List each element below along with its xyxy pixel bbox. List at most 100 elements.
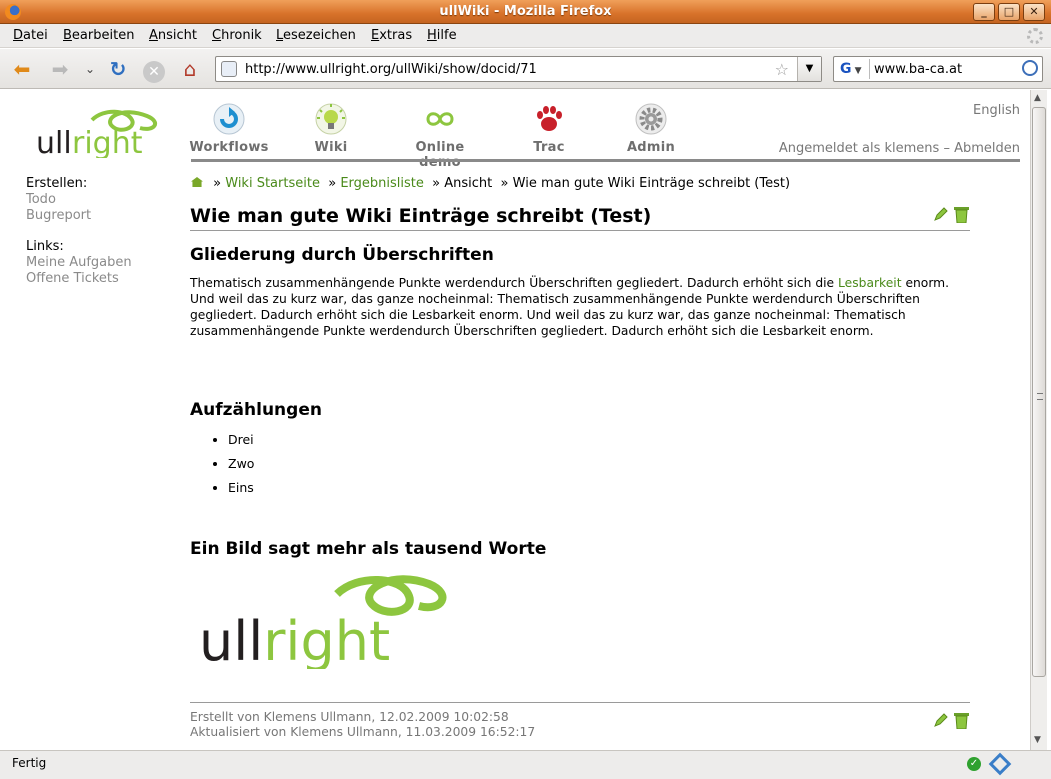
check-icon[interactable]: ✓ (967, 757, 981, 771)
breadcrumb-separator: » (432, 176, 441, 191)
sidebar-item-todo[interactable]: Todo (26, 192, 91, 208)
sidebar-item-meine-aufgaben[interactable]: Meine Aufgaben (26, 255, 132, 271)
statusbar: Fertig ✓ (0, 750, 1051, 779)
breadcrumb-separator: » (500, 176, 509, 191)
footer-actions (934, 712, 974, 730)
section-heading-gliederung: Gliederung durch Überschriften (190, 245, 494, 265)
breadcrumb-separator: » (213, 176, 222, 191)
menu-datei[interactable]: Datei (13, 28, 48, 43)
scrollbar-grip-icon (1037, 393, 1043, 400)
window-titlebar: ullWiki - Mozilla Firefox _ □ ✕ (0, 0, 1051, 24)
delete-trash-icon[interactable] (954, 712, 969, 729)
breadcrumb-ansicht: Ansicht (444, 176, 493, 191)
url-text[interactable]: http://www.ullright.org/ullWiki/show/doc… (245, 62, 537, 77)
delete-trash-icon[interactable] (954, 206, 969, 223)
paw-icon (537, 106, 562, 131)
page-title: Wie man gute Wiki Einträge schreibt (Tes… (190, 205, 652, 227)
login-separator: – (943, 141, 950, 156)
edit-pencil-icon[interactable] (934, 713, 948, 727)
menu-hilfe[interactable]: Hilfe (427, 28, 457, 43)
menu-extras[interactable]: Extras (371, 28, 412, 43)
search-input[interactable]: www.ba-ca.at (874, 62, 962, 77)
reload-icon[interactable]: ↻ (106, 57, 130, 81)
created-info: Erstellt von Klemens Ullmann, 12.02.2009… (190, 710, 509, 724)
site-identity-icon[interactable] (221, 61, 237, 77)
home-icon[interactable]: ⌂ (178, 57, 202, 81)
scroll-up-arrow-icon[interactable]: ▲ (1034, 93, 1041, 103)
sidebar-item-offene-tickets[interactable]: Offene Tickets (26, 271, 132, 287)
bookmark-star-icon[interactable]: ☆ (775, 60, 789, 79)
sidebar-create-heading: Erstellen: (26, 176, 88, 191)
breadcrumb-separator: » (328, 176, 337, 191)
history-dropdown-icon[interactable]: ⌄ (78, 57, 102, 81)
forward-arrow-icon[interactable]: ➡ (48, 57, 72, 81)
logout-link[interactable]: Abmelden (954, 141, 1020, 156)
menu-bearbeiten[interactable]: Bearbeiten (63, 28, 134, 43)
tab-wiki-label: Wiki (314, 140, 348, 155)
edit-pencil-icon[interactable] (934, 207, 948, 221)
paragraph-text-start: Thematisch zusammenhängende Punkte werde… (190, 276, 839, 290)
url-bar[interactable]: http://www.ullright.org/ullWiki/show/doc… (215, 56, 822, 82)
navigation-toolbar: ⬅ ➡ ⌄ ↻ ✕ ⌂ http://www.ullright.org/ullW… (0, 49, 1051, 89)
close-button[interactable]: ✕ (1023, 3, 1045, 21)
gear-icon (635, 103, 667, 135)
infinity-icon (426, 112, 454, 126)
footer-divider (190, 702, 970, 703)
menu-chronik[interactable]: Chronik (212, 28, 262, 43)
tab-workflows-label: Workflows (189, 140, 269, 155)
status-text: Fertig (12, 756, 47, 770)
list-item: Zwo (228, 456, 254, 480)
search-engine-label: G (840, 61, 852, 77)
throbber-icon (1027, 28, 1043, 44)
addon-icon[interactable] (988, 752, 1012, 776)
tab-trac[interactable]: Trac (504, 102, 594, 155)
list-item: Drei (228, 432, 254, 456)
sidebar-create: Erstellen: Todo Bugreport (26, 176, 91, 224)
bullet-list: Drei Zwo Eins (190, 432, 254, 504)
menu-ansicht[interactable]: Ansicht (149, 28, 197, 43)
tab-workflows[interactable]: Workflows (184, 102, 274, 155)
tab-online-demo-label: Online demo (415, 140, 465, 170)
language-link[interactable]: English (973, 103, 1020, 118)
list-item: Eins (228, 480, 254, 504)
vertical-scrollbar[interactable]: ▲ ▼ (1030, 90, 1047, 750)
title-actions (934, 206, 974, 224)
search-icon[interactable] (1022, 60, 1038, 76)
article-paragraph: Thematisch zusammenhängende Punkte werde… (190, 275, 970, 339)
updated-info: Aktualisiert von Klemens Ullmann, 11.03.… (190, 725, 536, 739)
menubar: Datei Bearbeiten Ansicht Chronik Lesezei… (0, 24, 1051, 48)
menu-lesezeichen[interactable]: Lesezeichen (276, 28, 356, 43)
sidebar-links-heading: Links: (26, 239, 64, 254)
scroll-down-arrow-icon[interactable]: ▼ (1034, 735, 1041, 745)
window-title: ullWiki - Mozilla Firefox (439, 4, 612, 19)
breadcrumb: » Wiki Startseite » Ergebnisliste » Ansi… (191, 176, 790, 191)
stop-icon[interactable]: ✕ (142, 57, 166, 83)
header-divider (191, 159, 1020, 162)
tab-admin[interactable]: Admin (606, 102, 696, 155)
logo-text-dark: ull (36, 126, 72, 158)
lesbarkeit-link[interactable]: Lesbarkeit (838, 276, 902, 290)
page-content: ull right Workflows Wiki Online demo Tra… (4, 90, 1030, 750)
tab-wiki[interactable]: Wiki (286, 102, 376, 155)
section-heading-bild: Ein Bild sagt mehr als tausend Worte (190, 539, 547, 559)
search-bar[interactable]: G ▼ www.ba-ca.at (833, 56, 1043, 82)
image-logo-text: ullright (199, 610, 390, 669)
title-divider (190, 230, 970, 231)
ullright-logo[interactable]: ull right (32, 108, 162, 158)
search-engine-icon[interactable]: G ▼ (836, 59, 870, 79)
sidebar-item-bugreport[interactable]: Bugreport (26, 208, 91, 224)
maximize-button[interactable]: □ (998, 3, 1020, 21)
ullright-logo-image: ullright (199, 575, 447, 669)
lightbulb-icon (315, 103, 347, 135)
home-icon[interactable] (191, 177, 203, 187)
back-arrow-icon[interactable]: ⬅ (10, 57, 34, 81)
workflows-icon (213, 103, 245, 135)
logged-in-as: Angemeldet als klemens (778, 141, 940, 156)
breadcrumb-ergebnisliste[interactable]: Ergebnisliste (340, 176, 424, 191)
url-dropdown-button[interactable]: ▼ (797, 57, 821, 81)
section-heading-aufzaehlungen: Aufzählungen (190, 400, 322, 420)
scrollbar-thumb[interactable] (1032, 107, 1046, 677)
tab-trac-label: Trac (533, 140, 565, 155)
breadcrumb-wiki-startseite[interactable]: Wiki Startseite (225, 176, 320, 191)
minimize-button[interactable]: _ (973, 3, 995, 21)
